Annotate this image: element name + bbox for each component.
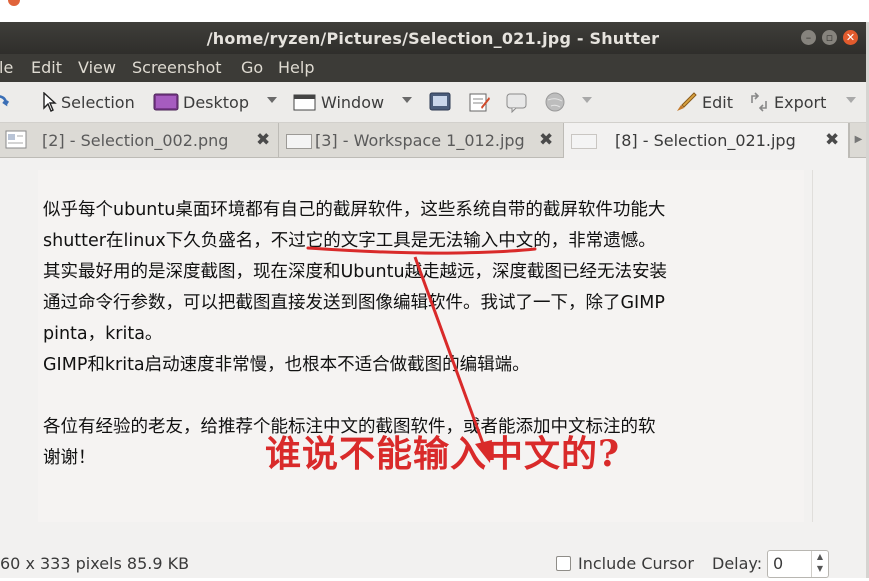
screenshot-canvas[interactable]: 似乎每个ubuntu桌面环境都有自己的截屏软件，这些系统自带的截屏软件功能大 s… [38, 170, 804, 522]
tab-close-icon[interactable]: ✖ [825, 130, 839, 150]
tab-scroll-right-icon[interactable]: ▶ [849, 123, 866, 157]
image-view: 似乎每个ubuntu桌面环境都有自己的截屏软件，这些系统自带的截屏软件功能大 s… [0, 158, 866, 550]
image-file-icon [5, 130, 27, 149]
tab-selection-021[interactable]: [8] - Selection_021.jpg ✖ [564, 123, 849, 158]
tab-workspace-012[interactable]: [3] - Workspace 1_012.jpg ✖ [279, 123, 564, 157]
include-cursor-label: Include Cursor [578, 554, 694, 573]
workspace-thumbnail-icon [286, 134, 312, 149]
window-icon [293, 94, 316, 111]
desktop-label: Desktop [183, 92, 249, 112]
delay-value: 0 [773, 554, 784, 573]
tab-label: [2] - Selection_002.png [42, 130, 229, 150]
red-arrow-shaft [413, 256, 488, 453]
menu-file[interactable]: le [0, 58, 13, 77]
tab-bar: [2] - Selection_002.png ✖ [3] - Workspac… [0, 123, 866, 158]
annotation-text: 谁说不能输入中文的? [265, 433, 621, 475]
window-label: Window [321, 92, 385, 112]
menu-screenshot[interactable]: Screenshot [132, 58, 222, 77]
export-button[interactable]: Export [748, 91, 826, 113]
menu-view[interactable]: View [78, 58, 116, 77]
edit-button[interactable]: Edit [674, 91, 733, 113]
web-capture-button[interactable] [504, 91, 530, 113]
window-button[interactable]: Window [293, 91, 384, 113]
cursor-arrow-icon [43, 92, 57, 112]
desktop-dropdown-chevron-icon[interactable] [267, 97, 277, 103]
desktop-button[interactable]: Desktop [153, 91, 249, 113]
export-dropdown-chevron-icon[interactable] [846, 97, 856, 103]
export-arrows-icon [751, 92, 767, 112]
status-bar: 60 x 333 pixels 85.9 KB Include Cursor D… [0, 550, 866, 578]
edit-label: Edit [702, 92, 733, 112]
tab-close-icon[interactable]: ✖ [256, 130, 270, 150]
menu-help[interactable]: Help [278, 58, 314, 77]
delay-label: Delay: [712, 554, 763, 573]
shutter-window: /home/ryzen/Pictures/Selection_021.jpg -… [0, 22, 866, 578]
desktop-top-strip [0, 0, 869, 22]
tooltip-icon [506, 93, 527, 113]
tab-selection-002[interactable]: [2] - Selection_002.png ✖ [0, 123, 279, 157]
globe-button[interactable] [543, 91, 567, 113]
menu-edit[interactable]: Edit [31, 58, 62, 77]
canvas-edge [812, 170, 813, 522]
window-title: /home/ryzen/Pictures/Selection_021.jpg -… [206, 29, 660, 48]
menu-bar: le Edit View Screenshot Go Help [0, 54, 866, 82]
red-underline [306, 246, 537, 255]
menu-go[interactable]: Go [241, 58, 263, 77]
redo-button[interactable] [0, 91, 10, 113]
tooltip-capture-button[interactable] [467, 91, 491, 113]
include-cursor-checkbox[interactable] [556, 556, 571, 571]
selection-label: Selection [61, 92, 135, 112]
selection-thumbnail-icon [571, 134, 597, 149]
maximize-button[interactable]: ▫ [822, 30, 837, 45]
title-bar[interactable]: /home/ryzen/Pictures/Selection_021.jpg -… [0, 22, 866, 54]
delay-spinbox[interactable]: 0 ▲ ▼ [767, 550, 829, 578]
redo-icon [0, 95, 10, 107]
menu-capture-icon [429, 92, 451, 111]
tab-close-icon[interactable]: ✖ [539, 130, 553, 150]
tab-label: [8] - Selection_021.jpg [615, 131, 796, 150]
delay-stepper[interactable]: ▲ ▼ [811, 551, 828, 577]
globe-dropdown-chevron-icon[interactable] [582, 97, 592, 103]
selection-button[interactable]: Selection [41, 91, 135, 113]
desktop-icon [153, 93, 179, 111]
desktop-icon-fragment [8, 0, 20, 6]
image-info: 60 x 333 pixels 85.9 KB [0, 554, 190, 573]
toolbar: Selection Desktop Window Edit Export [0, 82, 866, 123]
minimize-button[interactable]: – [801, 30, 816, 45]
close-button[interactable]: ✕ [843, 30, 858, 45]
tab-label: [3] - Workspace 1_012.jpg [315, 130, 525, 150]
notes-edit-icon [469, 93, 490, 112]
menu-capture-button[interactable] [428, 91, 452, 113]
window-dropdown-chevron-icon[interactable] [402, 97, 412, 103]
globe-icon [545, 92, 565, 112]
paint-brush-icon [677, 92, 697, 111]
export-label: Export [774, 92, 827, 112]
